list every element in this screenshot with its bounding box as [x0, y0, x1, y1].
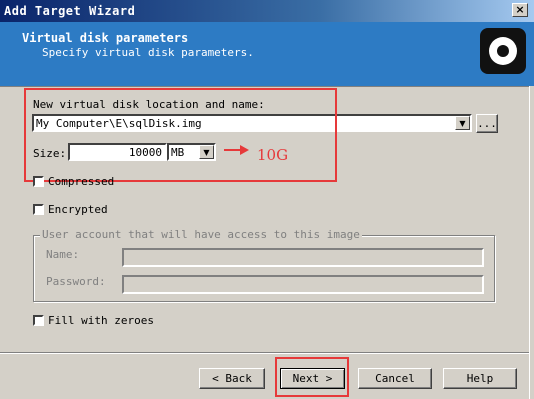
location-dropdown-button[interactable]: ▼	[455, 116, 470, 130]
header-subtitle: Specify virtual disk parameters.	[42, 46, 254, 59]
header-title: Virtual disk parameters	[22, 31, 189, 45]
user-account-group-label: User account that will have access to th…	[40, 228, 362, 241]
fill-zeroes-label: Fill with zeroes	[48, 314, 154, 327]
wizard-header: Virtual disk parameters Specify virtual …	[0, 22, 534, 87]
footer-separator	[0, 352, 534, 354]
title-bar[interactable]: Add Target Wizard ×	[0, 0, 534, 22]
window-right-edge	[529, 86, 534, 399]
encrypted-checkbox[interactable]	[33, 204, 44, 215]
back-button[interactable]: < Back	[199, 368, 265, 389]
close-button[interactable]: ×	[512, 3, 528, 17]
compressed-checkbox[interactable]	[33, 176, 44, 187]
target-logo-icon	[480, 28, 526, 74]
help-button[interactable]: Help	[443, 368, 517, 389]
compressed-label: Compressed	[48, 175, 115, 188]
chevron-down-icon: ▼	[459, 119, 466, 128]
fill-zeroes-checkbox[interactable]	[33, 315, 44, 326]
cancel-button[interactable]: Cancel	[358, 368, 432, 389]
browse-button[interactable]: ...	[476, 114, 498, 133]
next-highlight-box	[275, 357, 349, 397]
name-input[interactable]	[122, 248, 484, 267]
password-input[interactable]	[122, 275, 484, 294]
add-target-wizard-window: Add Target Wizard × Virtual disk paramet…	[0, 0, 534, 399]
name-label: Name:	[46, 248, 80, 261]
close-icon: ×	[515, 3, 525, 16]
window-title: Add Target Wizard	[4, 4, 136, 18]
encrypted-label: Encrypted	[48, 203, 108, 216]
annotation-highlight-box	[24, 88, 337, 182]
password-label: Password:	[46, 275, 106, 288]
